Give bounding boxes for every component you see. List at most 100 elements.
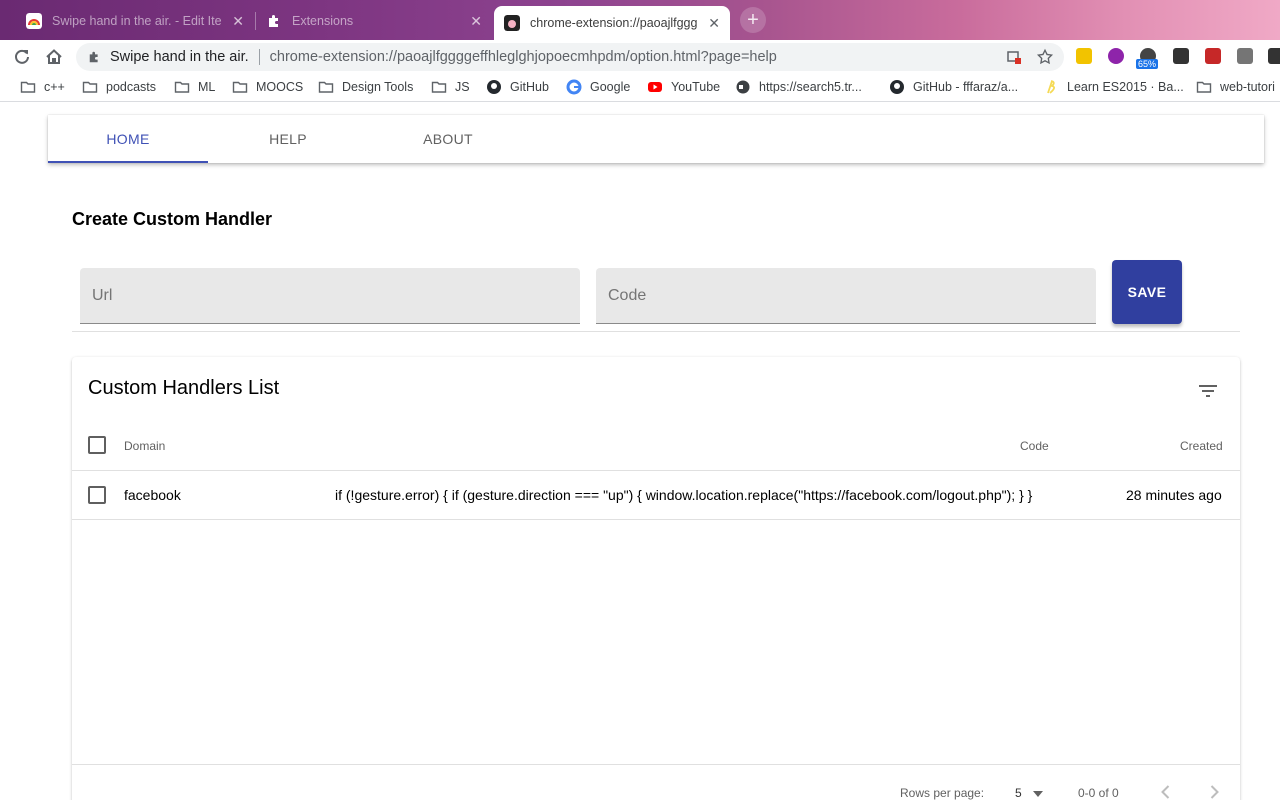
tab-home[interactable]: HOME	[48, 115, 208, 163]
bookmark-learn-es2015[interactable]: Learn ES2015 · Ba...	[1043, 79, 1184, 95]
bookmark-label: Design Tools	[342, 80, 414, 94]
row-checkbox[interactable]	[88, 486, 106, 504]
create-handler-title: Create Custom Handler	[72, 209, 273, 229]
bookmark-label: Learn ES2015 · Ba...	[1067, 80, 1184, 94]
extension-yellow-icon[interactable]	[1076, 48, 1092, 64]
table-title: Custom Handlers List	[88, 377, 280, 399]
globe-icon	[736, 80, 750, 94]
extension-s-icon[interactable]	[1237, 48, 1253, 64]
github-icon	[487, 80, 501, 94]
browser-tab-extensions[interactable]: Extensions ✕	[256, 6, 492, 36]
extension-dark-icon[interactable]	[1173, 48, 1189, 64]
folder-icon	[82, 81, 98, 93]
bookmark-label: Google	[590, 80, 631, 94]
bookmark-label: JS	[455, 80, 470, 94]
row-created: 28 minutes ago	[1126, 487, 1222, 503]
rows-per-page-select[interactable]: 5	[1015, 786, 1044, 800]
omnibox-site-name: Swipe hand in the air.	[110, 49, 249, 65]
extension-overflow-icon[interactable]	[1268, 48, 1280, 64]
new-tab-button[interactable]: +	[740, 7, 766, 33]
column-header-domain[interactable]: Domain	[124, 439, 165, 453]
bookmark-google[interactable]: Google	[566, 79, 630, 95]
folder-icon	[20, 81, 36, 93]
tab-close-icon[interactable]: ✕	[470, 13, 482, 30]
browser-tab-options-page[interactable]: chrome-extension://paoajlfggg ✕	[494, 6, 730, 40]
filter-list-icon[interactable]	[1196, 379, 1220, 403]
custom-handlers-table: Custom Handlers List Domain Code Created…	[72, 357, 1240, 800]
google-icon	[566, 79, 582, 95]
header-divider	[72, 470, 1240, 471]
hand-favicon-icon	[504, 15, 520, 31]
bookmark-youtube[interactable]: YouTube	[647, 79, 720, 95]
blocked-popup-icon[interactable]	[1006, 49, 1022, 65]
folder-icon	[174, 81, 190, 93]
folder-icon	[318, 81, 334, 93]
home-icon[interactable]	[43, 46, 65, 68]
folder-icon	[1196, 81, 1212, 93]
bookmark-label: web-tutori	[1220, 80, 1275, 94]
bookmark-search5[interactable]: https://search5.tr...	[735, 79, 862, 95]
tab-help[interactable]: HELP	[208, 115, 368, 163]
select-all-checkbox[interactable]	[88, 436, 106, 454]
column-header-code[interactable]: Code	[1020, 439, 1049, 453]
pagination-range: 0-0 of 0	[1078, 786, 1119, 800]
bookmark-folder-js[interactable]: JS	[431, 79, 470, 95]
footer-divider	[72, 764, 1240, 765]
rainbow-favicon-icon	[26, 13, 42, 29]
bookmarks-bar: s c++ podcasts ML MOOCS Design Tools JS …	[0, 74, 1280, 102]
column-header-created[interactable]: Created	[1180, 439, 1223, 453]
options-nav-bar: HOME HELP ABOUT	[48, 115, 1264, 163]
omnibox-divider	[258, 49, 260, 65]
code-input[interactable]	[596, 268, 1096, 323]
bookmark-folder-moocs[interactable]: MOOCS	[232, 79, 303, 95]
previous-page-icon[interactable]	[1156, 782, 1176, 800]
rows-per-page-label: Rows per page:	[900, 786, 985, 800]
row-divider	[72, 519, 1240, 520]
form-divider	[72, 331, 1240, 332]
browser-tab-edit-item[interactable]: Swipe hand in the air. - Edit Ite ✕	[16, 6, 254, 36]
extension-purple-icon[interactable]	[1108, 48, 1124, 64]
tab-about[interactable]: ABOUT	[368, 115, 528, 163]
bookmark-folder-ml[interactable]: ML	[174, 79, 215, 95]
extension-badge: 65%	[1136, 59, 1159, 69]
save-button[interactable]: SAVE	[1112, 260, 1182, 324]
next-page-icon[interactable]	[1204, 782, 1224, 800]
bookmark-label: c++	[44, 80, 65, 94]
bookmark-star-icon[interactable]	[1036, 48, 1054, 66]
bookmark-folder-cpp[interactable]: c++	[20, 79, 65, 95]
dropdown-arrow-icon	[1033, 790, 1044, 797]
tab-title: Swipe hand in the air. - Edit Ite	[52, 14, 222, 28]
row-code: if (!gesture.error) { if (gesture.direct…	[335, 487, 1033, 503]
browser-toolbar: Swipe hand in the air. chrome-extension:…	[0, 40, 1280, 74]
folder-icon	[431, 81, 447, 93]
tab-title: Extensions	[292, 14, 354, 28]
omnibox-url: chrome-extension://paoajlfggggeffhleglgh…	[269, 49, 777, 65]
tab-close-icon[interactable]: ✕	[708, 15, 720, 32]
bookmark-folder-web-tutorials[interactable]: web-tutori	[1196, 79, 1275, 95]
bookmark-github-fffaraz[interactable]: GitHub - fffaraz/a...	[889, 79, 1018, 95]
bookmark-label: GitHub - fffaraz/a...	[913, 80, 1019, 94]
bookmark-label: podcasts	[106, 80, 157, 94]
bookmark-folder-design-tools[interactable]: Design Tools	[318, 79, 413, 95]
tab-close-icon[interactable]: ✕	[232, 13, 244, 30]
extension-red-icon[interactable]	[1205, 48, 1221, 64]
youtube-icon	[648, 82, 662, 92]
code-field	[596, 268, 1096, 324]
url-field	[80, 268, 580, 324]
bookmark-label: YouTube	[671, 80, 721, 94]
bookmark-folder-podcasts[interactable]: podcasts	[82, 79, 156, 95]
address-bar[interactable]: Swipe hand in the air. chrome-extension:…	[76, 43, 1064, 71]
github-icon	[890, 80, 904, 94]
puzzle-piece-icon	[269, 15, 278, 27]
row-domain: facebook	[124, 487, 181, 503]
babel-icon	[1047, 80, 1055, 94]
bookmark-label: ML	[198, 80, 216, 94]
bookmark-label: GitHub	[510, 80, 549, 94]
extension-puzzle-icon	[89, 51, 98, 63]
browser-tab-strip: Swipe hand in the air. - Edit Ite ✕ Exte…	[0, 0, 1280, 40]
folder-icon	[232, 81, 248, 93]
url-input[interactable]	[80, 268, 580, 323]
bookmark-github[interactable]: GitHub	[486, 79, 549, 95]
rows-per-page-value: 5	[1015, 786, 1022, 800]
reload-icon[interactable]	[11, 46, 33, 68]
